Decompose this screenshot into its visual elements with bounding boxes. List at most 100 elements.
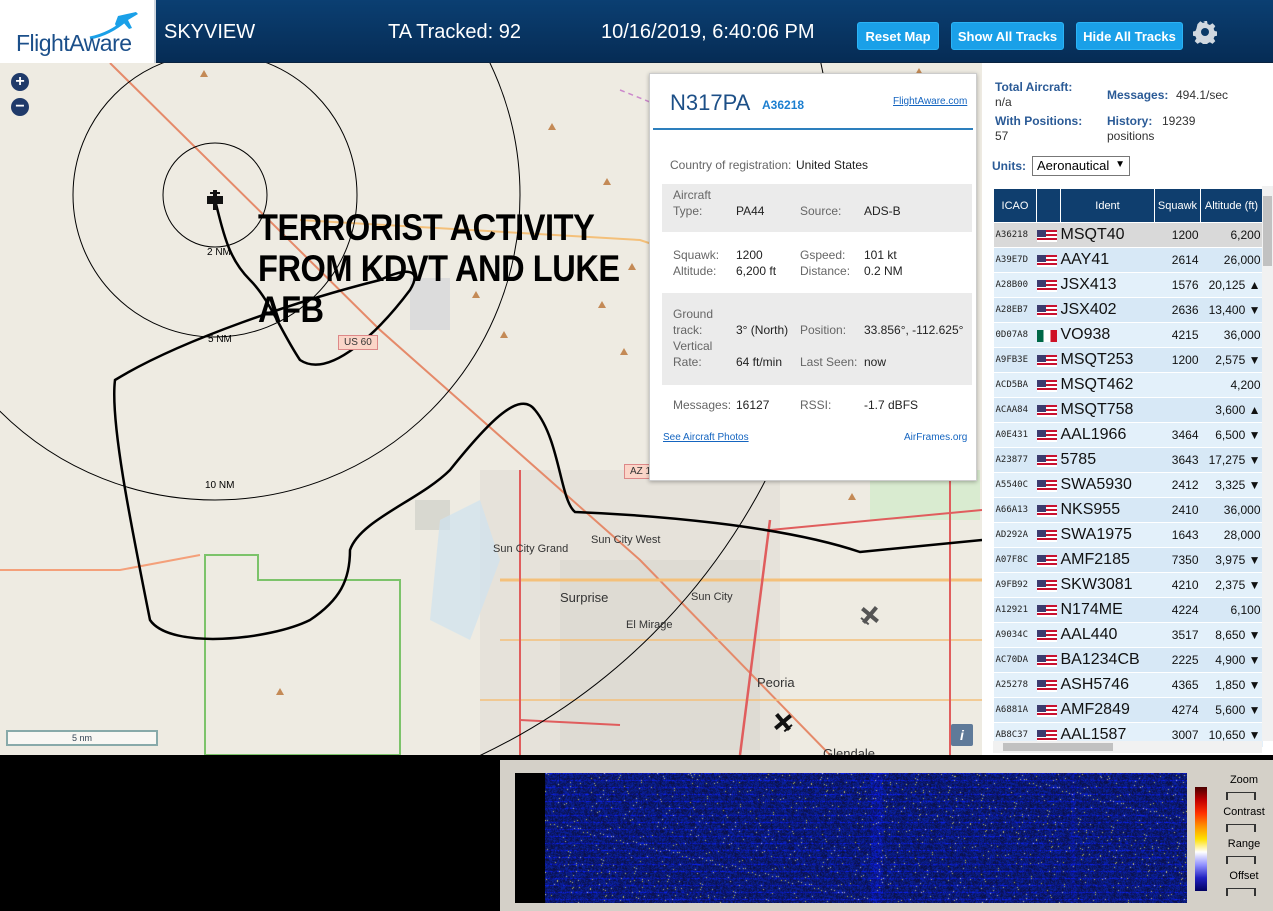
squawk-cell: 2614 (1154, 247, 1201, 273)
gear-icon[interactable] (1193, 20, 1217, 44)
column-flag[interactable] (1036, 188, 1061, 223)
popup-divider (653, 128, 973, 130)
altitude-cell: 20,125 ▲ (1200, 272, 1263, 298)
flag-cell (1036, 572, 1061, 598)
icao-cell: 0D07A8 (993, 322, 1037, 348)
ident-cell: BA1234CB (1060, 647, 1155, 673)
squawk-cell: 3643 (1154, 447, 1201, 473)
icao-cell: A5540C (993, 472, 1037, 498)
hide-all-tracks-button[interactable]: Hide All Tracks (1076, 22, 1183, 50)
table-row[interactable]: A5540C SWA5930 2412 3,325 ▼ (993, 472, 1263, 498)
icao-cell: AC70DA (993, 647, 1037, 673)
us-flag-icon (1036, 555, 1057, 568)
zoom-slider[interactable] (1226, 792, 1256, 800)
altitude-cell: 3,975 ▼ (1200, 547, 1263, 573)
airframes-link[interactable]: AirFrames.org (904, 432, 967, 443)
range-slider[interactable] (1226, 856, 1256, 864)
info-button[interactable]: i (951, 724, 973, 746)
table-row[interactable]: A28B00 JSX413 1576 20,125 ▲ (993, 272, 1263, 298)
squawk-cell: 2636 (1154, 297, 1201, 323)
messages-value: 494.1/sec (1176, 88, 1229, 102)
table-row[interactable]: A66A13 NKS955 2410 36,000 (993, 497, 1263, 523)
waterfall-display[interactable] (545, 773, 1187, 903)
altitude-cell: 5,600 ▼ (1200, 697, 1263, 723)
us-flag-icon (1036, 505, 1057, 518)
altitude-cell: 2,375 ▼ (1200, 572, 1263, 598)
us-flag-icon (1036, 355, 1057, 368)
horizontal-scroll-thumb[interactable] (1003, 743, 1113, 751)
table-row[interactable]: A07F8C AMF2185 7350 3,975 ▼ (993, 547, 1263, 573)
table-header: ICAO Ident Squawk Altitude (ft) (993, 188, 1263, 223)
datetime: 10/16/2019, 6:40:06 PM (601, 21, 815, 43)
table-row[interactable]: A28EB7 JSX402 2636 13,400 ▼ (993, 297, 1263, 323)
table-row[interactable]: A0E431 AAL1966 3464 6,500 ▼ (993, 422, 1263, 448)
column-altitude[interactable]: Altitude (ft) (1200, 188, 1263, 223)
table-row[interactable]: A39E7D AAY41 2614 26,000 (993, 247, 1263, 273)
units-select[interactable]: Aeronautical ▼ (1032, 156, 1130, 176)
altitude-cell: 4,900 ▼ (1200, 647, 1263, 673)
offset-slider[interactable] (1226, 888, 1256, 896)
flag-cell (1036, 547, 1061, 573)
altitude-cell: 1,850 ▼ (1200, 672, 1263, 698)
aircraft-panel: Total Aircraft: n/a Messages: 494.1/sec … (982, 63, 1273, 755)
squawk-cell: 4210 (1154, 572, 1201, 598)
us-flag-icon (1036, 480, 1057, 493)
show-all-tracks-button[interactable]: Show All Tracks (951, 22, 1064, 50)
contrast-slider[interactable] (1226, 824, 1256, 832)
column-ident[interactable]: Ident (1060, 188, 1155, 223)
table-row[interactable]: A9FB92 SKW3081 4210 2,375 ▼ (993, 572, 1263, 598)
place-label: Surprise (560, 590, 609, 605)
chevron-down-icon: ▼ (1115, 159, 1125, 170)
reset-map-button[interactable]: Reset Map (857, 22, 939, 50)
us-flag-icon (1036, 305, 1057, 318)
flag-cell (1036, 372, 1061, 398)
us-flag-icon (1036, 430, 1057, 443)
column-icao[interactable]: ICAO (993, 188, 1037, 223)
vertical-scrollbar[interactable] (1262, 186, 1273, 741)
table-row[interactable]: ACD5BA MSQT462 4,200 (993, 372, 1263, 398)
table-row[interactable]: ACAA84 MSQT758 3,600 ▲ (993, 397, 1263, 423)
contrast-label: Contrast (1223, 806, 1265, 818)
ident-cell: ASH5746 (1060, 672, 1155, 698)
vertical-scroll-thumb[interactable] (1263, 196, 1272, 266)
altitude-cell: 26,000 (1200, 247, 1263, 273)
table-row[interactable]: AC70DA BA1234CB 2225 4,900 ▼ (993, 647, 1263, 673)
ident-cell: 5785 (1060, 447, 1155, 473)
place-label: Glendale (823, 746, 876, 755)
aircraft-photos-link[interactable]: See Aircraft Photos (663, 432, 749, 443)
flightaware-logo[interactable]: FlightAware (0, 0, 156, 63)
flag-cell (1036, 697, 1061, 723)
table-row[interactable]: A36218 MSQT40 1200 6,200 (993, 222, 1263, 248)
icao-cell: A28B00 (993, 272, 1037, 298)
zoom-in-button[interactable]: + (11, 73, 29, 91)
table-row[interactable]: A23877 5785 3643 17,275 ▼ (993, 447, 1263, 473)
range-label-10nm: 10 NM (205, 480, 235, 491)
table-row[interactable]: AD292A SWA1975 1643 28,000 (993, 522, 1263, 548)
squawk-cell: 3517 (1154, 622, 1201, 648)
table-row[interactable]: 0D07A8 VO938 4215 36,000 (993, 322, 1263, 348)
aircraft-table: ICAO Ident Squawk Altitude (ft) A36218 MS… (993, 188, 1263, 748)
altitude-cell: 2,575 ▼ (1200, 347, 1263, 373)
zoom-out-button[interactable]: − (11, 98, 29, 116)
ident-cell: SWA5930 (1060, 472, 1155, 498)
history-value: 19239 (1162, 114, 1196, 128)
us-flag-icon (1036, 455, 1057, 468)
mexico-flag-icon (1036, 330, 1057, 343)
popup-messages-row: Messages: 16127 RSSI: -1.7 dBFS (673, 398, 919, 412)
table-row[interactable]: A9034C AAL440 3517 8,650 ▼ (993, 622, 1263, 648)
table-row[interactable]: A25278 ASH5746 4365 1,850 ▼ (993, 672, 1263, 698)
squawk-cell: 1643 (1154, 522, 1201, 548)
column-squawk[interactable]: Squawk (1154, 188, 1201, 223)
squawk-cell: 1200 (1154, 222, 1201, 248)
with-positions-label: With Positions: (995, 114, 1083, 128)
flag-cell (1036, 347, 1061, 373)
popup-icao: A36218 (762, 98, 805, 112)
flightaware-link[interactable]: FlightAware.com (893, 96, 967, 107)
range-label: Range (1227, 838, 1261, 850)
zoom-label: Zoom (1229, 774, 1259, 786)
icao-cell: A66A13 (993, 497, 1037, 523)
table-row[interactable]: A6881A AMF2849 4274 5,600 ▼ (993, 697, 1263, 723)
table-row[interactable]: A12921 N174ME 4224 6,100 (993, 597, 1263, 623)
table-row[interactable]: A9FB3E MSQT253 1200 2,575 ▼ (993, 347, 1263, 373)
ident-cell: N174ME (1060, 597, 1155, 623)
